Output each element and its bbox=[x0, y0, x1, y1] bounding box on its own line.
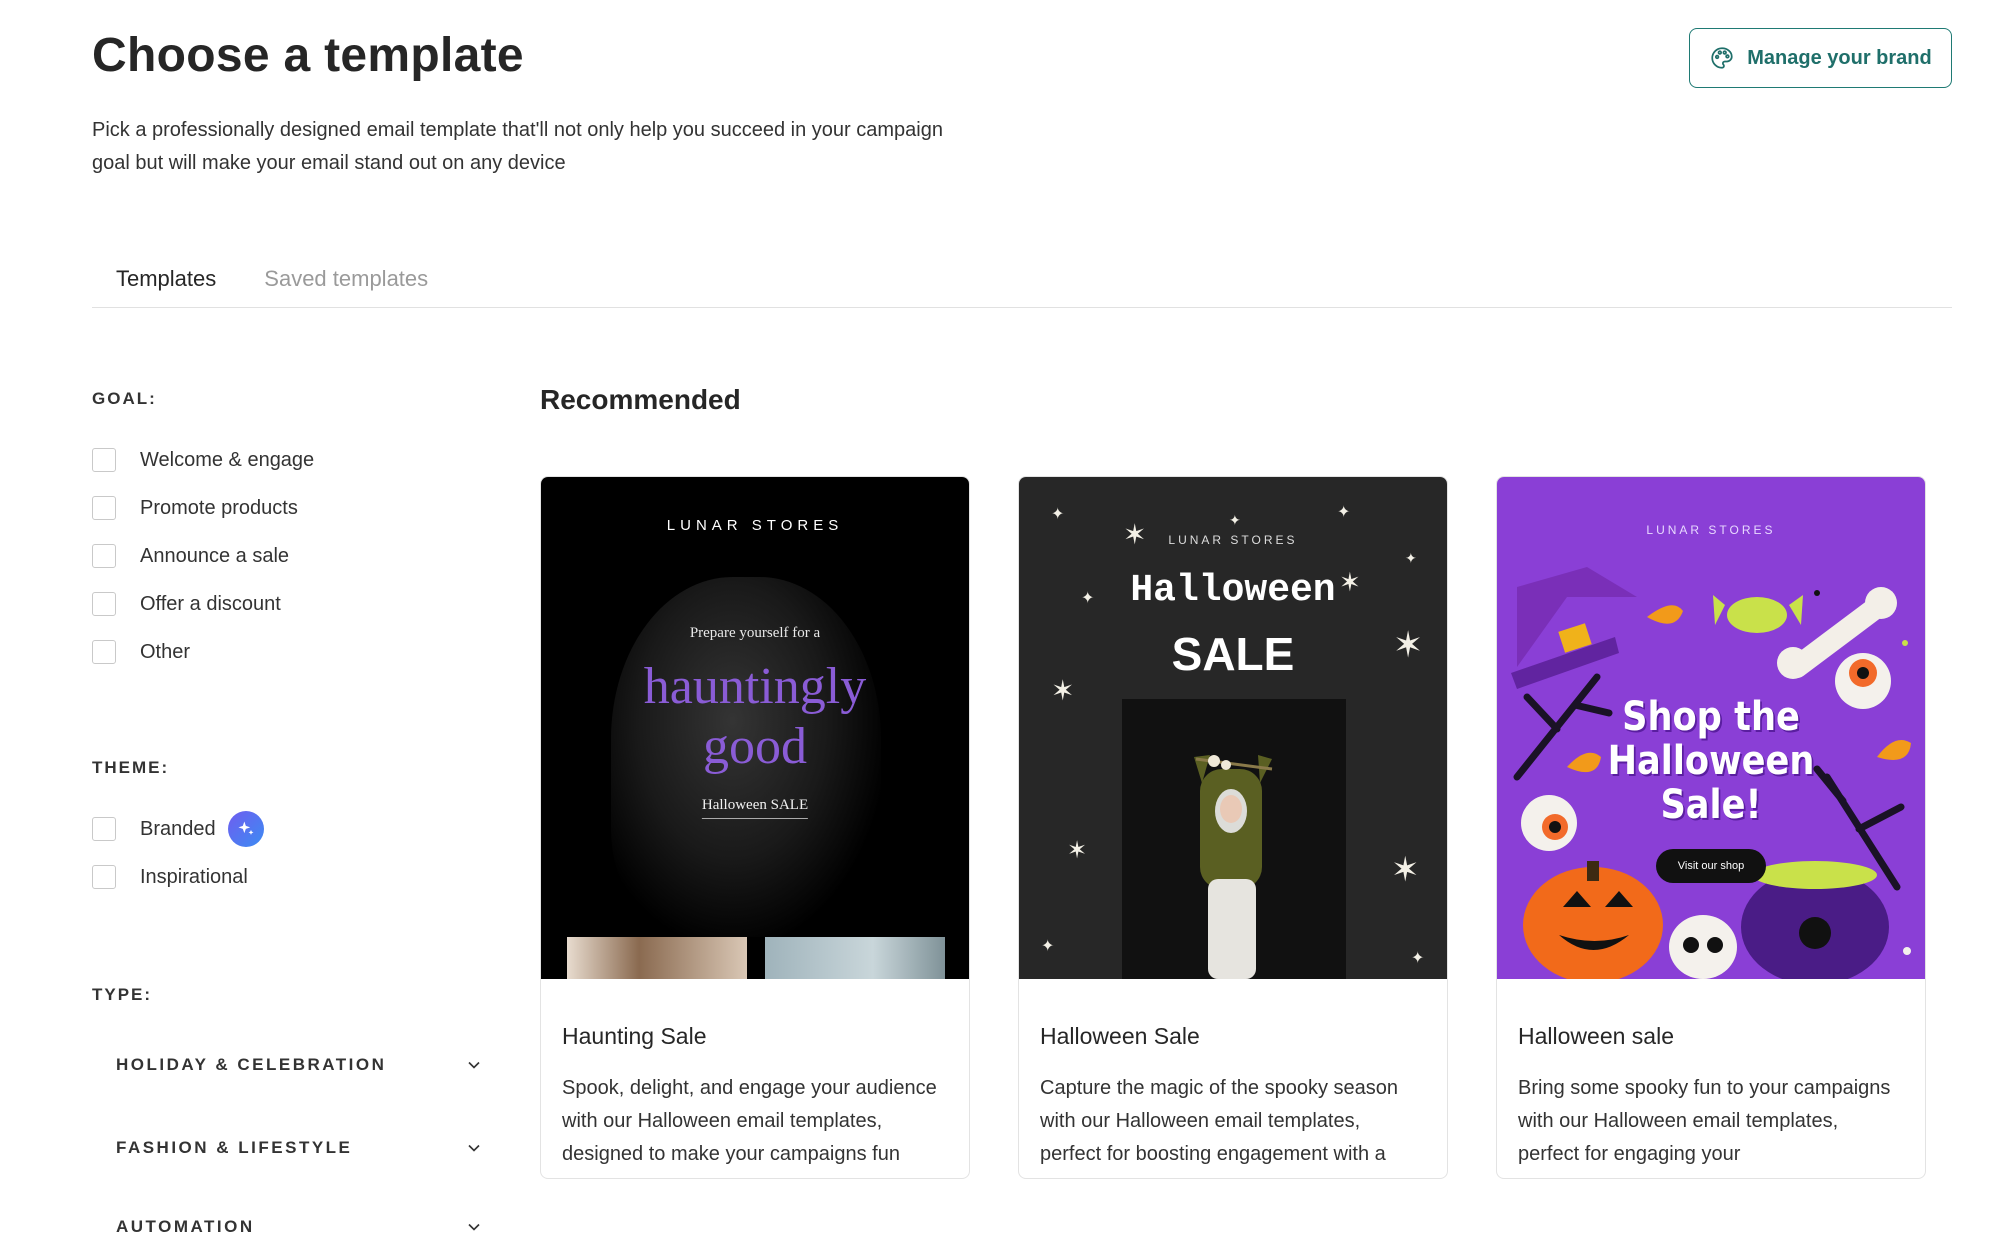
template-card-haunting-sale[interactable]: LUNAR STORES Prepare yourself for a haun… bbox=[540, 476, 970, 1179]
preview-pretext: Prepare yourself for a bbox=[689, 625, 821, 641]
preview-visit-shop-button: Visit our shop bbox=[1656, 849, 1766, 883]
type-filter-heading: TYPE: bbox=[92, 985, 153, 1004]
section-title-recommended: Recommended bbox=[540, 384, 741, 415]
tab-templates[interactable]: Templates bbox=[92, 260, 240, 307]
template-preview-image: LUNAR STORES Prepare yourself for a haun… bbox=[541, 477, 969, 979]
template-preview-image: ✦ ✶ ✦ ✦ ✦ ✶ ✦ ✶ ✶ ✶ ✶ ✦ ✦ LUNAR STORES H… bbox=[1019, 477, 1447, 979]
star-icon: ✦ bbox=[1041, 938, 1055, 955]
star-icon: ✦ bbox=[1411, 950, 1425, 967]
goal-option-label: Promote products bbox=[140, 496, 298, 519]
goal-filter-list: Welcome & engage Promote products Announ… bbox=[92, 436, 314, 676]
chevron-down-icon bbox=[468, 1223, 480, 1231]
template-preview-image: LUNAR STORES Shop the Halloween Sale! Vi… bbox=[1497, 477, 1925, 979]
star-icon: ✶ bbox=[1051, 675, 1075, 706]
preview-headline-2: Halloween bbox=[1607, 738, 1815, 784]
preview-store-name: LUNAR STORES bbox=[1168, 533, 1298, 547]
tab-bar: Templates Saved templates bbox=[92, 260, 1952, 308]
star-icon: ✦ bbox=[1405, 550, 1417, 566]
preview-link: Halloween SALE bbox=[701, 797, 809, 819]
goal-option-promote[interactable]: Promote products bbox=[92, 484, 314, 532]
goal-option-discount[interactable]: Offer a discount bbox=[92, 580, 314, 628]
preview-headline-2: good bbox=[703, 718, 807, 775]
card-description: Spook, delight, and engage your audience… bbox=[562, 1077, 937, 1165]
goal-option-other[interactable]: Other bbox=[92, 628, 314, 676]
theme-option-label: Inspirational bbox=[140, 865, 248, 888]
star-icon: ✦ bbox=[1051, 506, 1065, 523]
star-icon: ✶ bbox=[1067, 837, 1088, 864]
sparkle-icon bbox=[227, 811, 264, 847]
theme-filter-heading: THEME: bbox=[92, 758, 170, 777]
star-icon: ✦ bbox=[1337, 504, 1351, 521]
type-group-label: FASHION & LIFESTYLE bbox=[116, 1138, 353, 1157]
star-icon: ✦ bbox=[1229, 512, 1241, 528]
theme-option-branded[interactable]: Branded bbox=[92, 805, 264, 853]
goal-option-label: Welcome & engage bbox=[140, 448, 315, 471]
preview-headline-1: hauntingly bbox=[643, 658, 867, 715]
checkbox[interactable] bbox=[92, 817, 116, 841]
checkbox[interactable] bbox=[92, 544, 116, 568]
goal-filter-heading: GOAL: bbox=[92, 389, 157, 408]
model-photo bbox=[1122, 699, 1346, 979]
card-title: Halloween sale bbox=[1518, 1023, 1674, 1049]
theme-option-inspirational[interactable]: Inspirational bbox=[92, 853, 264, 901]
preview-headline-3: Sale! bbox=[1660, 782, 1762, 828]
preview-headline-1: Shop the bbox=[1622, 694, 1800, 740]
preview-headline-1: Halloween bbox=[1130, 569, 1336, 612]
type-group-label: HOLIDAY & CELEBRATION bbox=[116, 1055, 387, 1074]
page-title: Choose a template bbox=[92, 29, 524, 82]
page-subtitle: Pick a professionally designed email tem… bbox=[92, 119, 943, 174]
theme-filter-list: Branded Inspirational bbox=[92, 805, 264, 901]
preview-headline-2: SALE bbox=[1171, 628, 1295, 680]
type-group-holiday[interactable]: HOLIDAY & CELEBRATION bbox=[92, 1045, 492, 1085]
card-description: Capture the magic of the spooky season w… bbox=[1040, 1077, 1398, 1165]
star-icon: ✶ bbox=[1391, 851, 1420, 889]
palette-icon bbox=[1711, 47, 1733, 69]
checkbox[interactable] bbox=[92, 592, 116, 616]
checkbox[interactable] bbox=[92, 865, 116, 889]
preview-headline: Shop the Halloween Sale! bbox=[1523, 695, 1900, 827]
preview-store-name: LUNAR STORES bbox=[1646, 523, 1776, 537]
tab-saved-templates[interactable]: Saved templates bbox=[240, 260, 452, 307]
checkbox[interactable] bbox=[92, 640, 116, 664]
template-card-halloween-sale-2[interactable]: LUNAR STORES Shop the Halloween Sale! Vi… bbox=[1496, 476, 1926, 1179]
manage-brand-label: Manage your brand bbox=[1747, 46, 1932, 69]
goal-option-welcome[interactable]: Welcome & engage bbox=[92, 436, 314, 484]
preview-store-name: LUNAR STORES bbox=[666, 517, 844, 534]
type-group-label: AUTOMATION bbox=[116, 1217, 255, 1236]
checkbox[interactable] bbox=[92, 448, 116, 472]
product-thumbnail bbox=[567, 937, 747, 979]
theme-option-label: Branded bbox=[140, 817, 216, 840]
template-card-halloween-sale[interactable]: ✦ ✶ ✦ ✦ ✦ ✶ ✦ ✶ ✶ ✶ ✶ ✦ ✦ LUNAR STORES H… bbox=[1018, 476, 1448, 1179]
goal-option-label: Other bbox=[140, 640, 191, 663]
card-title: Halloween Sale bbox=[1040, 1023, 1200, 1049]
goal-option-label: Offer a discount bbox=[140, 592, 281, 615]
product-thumbnail bbox=[765, 937, 945, 979]
manage-brand-button[interactable]: Manage your brand bbox=[1689, 28, 1952, 88]
goal-option-announce[interactable]: Announce a sale bbox=[92, 532, 314, 580]
chevron-down-icon bbox=[468, 1144, 480, 1152]
checkbox[interactable] bbox=[92, 496, 116, 520]
card-title: Haunting Sale bbox=[562, 1023, 707, 1049]
type-group-automation[interactable]: AUTOMATION bbox=[92, 1207, 492, 1247]
type-group-fashion[interactable]: FASHION & LIFESTYLE bbox=[92, 1128, 492, 1168]
goal-option-label: Announce a sale bbox=[140, 544, 290, 567]
card-description: Bring some spooky fun to your campaigns … bbox=[1518, 1077, 1891, 1165]
chevron-down-icon bbox=[468, 1061, 480, 1069]
